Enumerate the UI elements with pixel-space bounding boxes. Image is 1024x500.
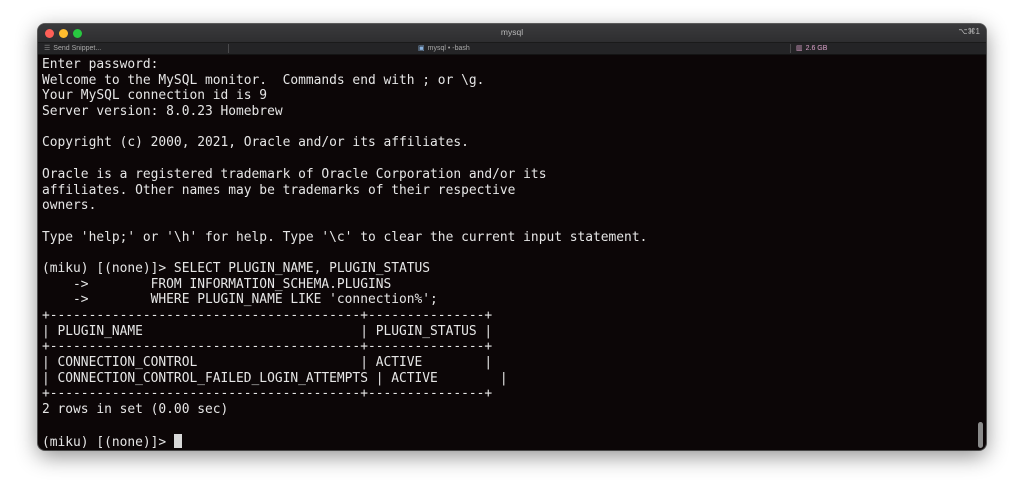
window-shortcut: ⌥⌘1 — [958, 27, 980, 36]
tab-divider — [228, 44, 229, 53]
tab-mysql[interactable]: ▣ mysql • -bash — [418, 43, 470, 54]
title-bar[interactable]: mysql ⌥⌘1 — [38, 24, 986, 43]
terminal-line: Type 'help;' or '\h' for help. Type '\c'… — [42, 229, 648, 245]
terminal-output[interactable]: Enter password: Welcome to the MySQL moni… — [42, 57, 974, 450]
terminal-line: -> FROM INFORMATION_SCHEMA.PLUGINS — [42, 276, 392, 292]
window-title: mysql — [500, 27, 524, 37]
send-snippet-label: Send Snippet... — [53, 45, 102, 52]
terminal-line: +---------------------------------------… — [42, 386, 493, 402]
terminal-line: | PLUGIN_NAME | PLUGIN_STATUS | — [42, 323, 493, 339]
terminal-window: mysql ⌥⌘1 ☰ Send Snippet... ▣ mysql • -bas… — [38, 24, 986, 450]
tab-bar: ☰ Send Snippet... ▣ mysql • -bash ▥ 2.6 GB — [38, 43, 986, 55]
terminal-line: owners. — [42, 198, 97, 214]
terminal-line: affiliates. Other names may be trademark… — [42, 182, 516, 198]
folder-icon: ▣ — [418, 45, 425, 52]
tab-divider — [790, 44, 791, 53]
prompt-text: (miku) [(none)]> — [42, 434, 174, 450]
terminal-line: Enter password: — [42, 57, 159, 72]
terminal-line: | CONNECTION_CONTROL | ACTIVE | — [42, 355, 493, 371]
terminal-line: +---------------------------------------… — [42, 308, 493, 323]
terminal-line: Oracle is a registered trademark of Orac… — [42, 166, 547, 182]
send-snippet-button[interactable]: ☰ Send Snippet... — [44, 43, 101, 54]
scrollbar[interactable] — [978, 422, 983, 448]
terminal-line: Welcome to the MySQL monitor. Commands e… — [42, 72, 485, 88]
list-icon: ☰ — [44, 45, 51, 52]
terminal-line: +---------------------------------------… — [42, 339, 493, 355]
terminal-line: Copyright (c) 2000, 2021, Oracle and/or … — [42, 135, 469, 151]
terminal-line: (miku) [(none)]> SELECT PLUGIN_NAME, PLU… — [42, 260, 431, 276]
tab-label: mysql • -bash — [427, 45, 470, 52]
memory-status: ▥ 2.6 GB — [796, 43, 827, 54]
terminal-line: -> WHERE PLUGIN_NAME LIKE 'connection%'; — [42, 292, 438, 308]
terminal-line: 2 rows in set (0.00 sec) — [42, 402, 229, 418]
prompt-line[interactable]: (miku) [(none)]> — [42, 433, 974, 450]
memory-label: 2.6 GB — [805, 45, 828, 52]
terminal-line: Your MySQL connection id is 9 — [42, 88, 268, 104]
text-cursor — [173, 433, 182, 448]
terminal-line: | CONNECTION_CONTROL_FAILED_LOGIN_ATTEMP… — [42, 370, 508, 386]
terminal-line: Server version: 8.0.23 Homebrew — [42, 104, 283, 120]
memory-icon: ▥ — [796, 45, 803, 52]
